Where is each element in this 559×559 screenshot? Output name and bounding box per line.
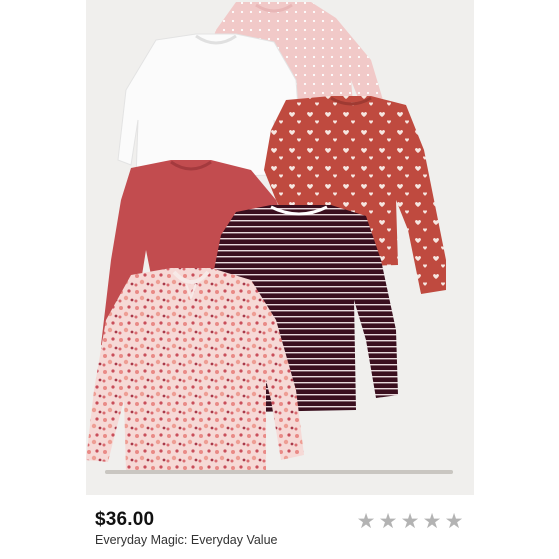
star-icon[interactable]: ★ — [444, 511, 464, 532]
star-icon[interactable]: ★ — [422, 511, 442, 532]
star-icon[interactable]: ★ — [400, 511, 420, 532]
star-icon[interactable]: ★ — [378, 511, 398, 532]
image-scrollbar[interactable] — [105, 470, 453, 474]
image-scrollbar-thumb[interactable] — [105, 470, 453, 474]
product-tagline: Everyday Magic: Everyday Value — [95, 533, 278, 547]
star-icon[interactable]: ★ — [356, 511, 376, 532]
product-price: $36.00 — [95, 509, 155, 530]
product-image[interactable] — [86, 0, 474, 495]
shirts-illustration — [86, 2, 446, 472]
rating-stars[interactable]: ★ ★ ★ ★ ★ — [356, 511, 464, 532]
